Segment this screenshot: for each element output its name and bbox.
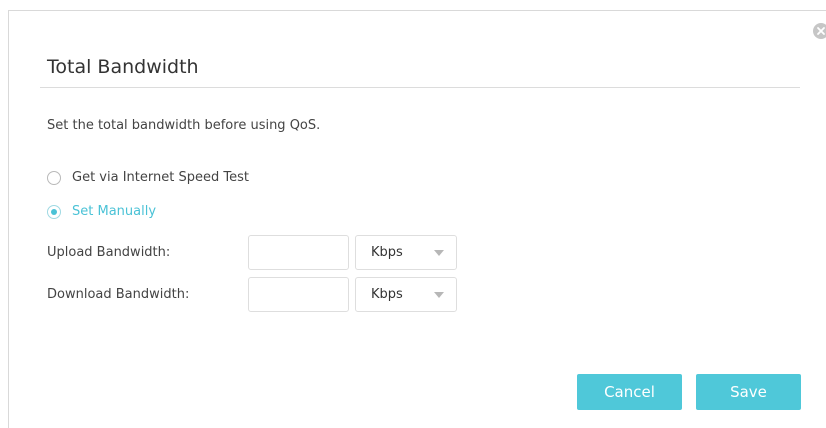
title-divider bbox=[40, 87, 800, 88]
radio-set-manually[interactable] bbox=[47, 204, 61, 219]
option-speed-test-label: Get via Internet Speed Test bbox=[72, 170, 249, 185]
radio-speed-test[interactable] bbox=[47, 170, 61, 185]
download-bandwidth-label: Download Bandwidth: bbox=[47, 287, 190, 302]
dialog-title: Total Bandwidth bbox=[47, 56, 199, 78]
option-set-manually-label: Set Manually bbox=[72, 204, 157, 219]
download-bandwidth-input[interactable] bbox=[248, 277, 349, 312]
download-unit-value: Kbps bbox=[371, 287, 403, 302]
dialog-description: Set the total bandwidth before using QoS… bbox=[47, 118, 321, 133]
option-set-manually[interactable]: Set Manually bbox=[47, 204, 156, 219]
upload-bandwidth-label: Upload Bandwidth: bbox=[47, 245, 171, 260]
option-speed-test[interactable]: Get via Internet Speed Test bbox=[47, 170, 249, 185]
upload-bandwidth-input[interactable] bbox=[248, 235, 349, 270]
close-button[interactable] bbox=[813, 23, 826, 39]
save-button[interactable]: Save bbox=[696, 374, 801, 410]
cancel-button[interactable]: Cancel bbox=[577, 374, 682, 410]
chevron-down-icon bbox=[434, 250, 444, 256]
chevron-down-icon bbox=[434, 292, 444, 298]
close-icon bbox=[817, 27, 825, 35]
upload-unit-value: Kbps bbox=[371, 245, 403, 260]
download-unit-select[interactable]: Kbps bbox=[355, 277, 457, 312]
upload-unit-select[interactable]: Kbps bbox=[355, 235, 457, 270]
